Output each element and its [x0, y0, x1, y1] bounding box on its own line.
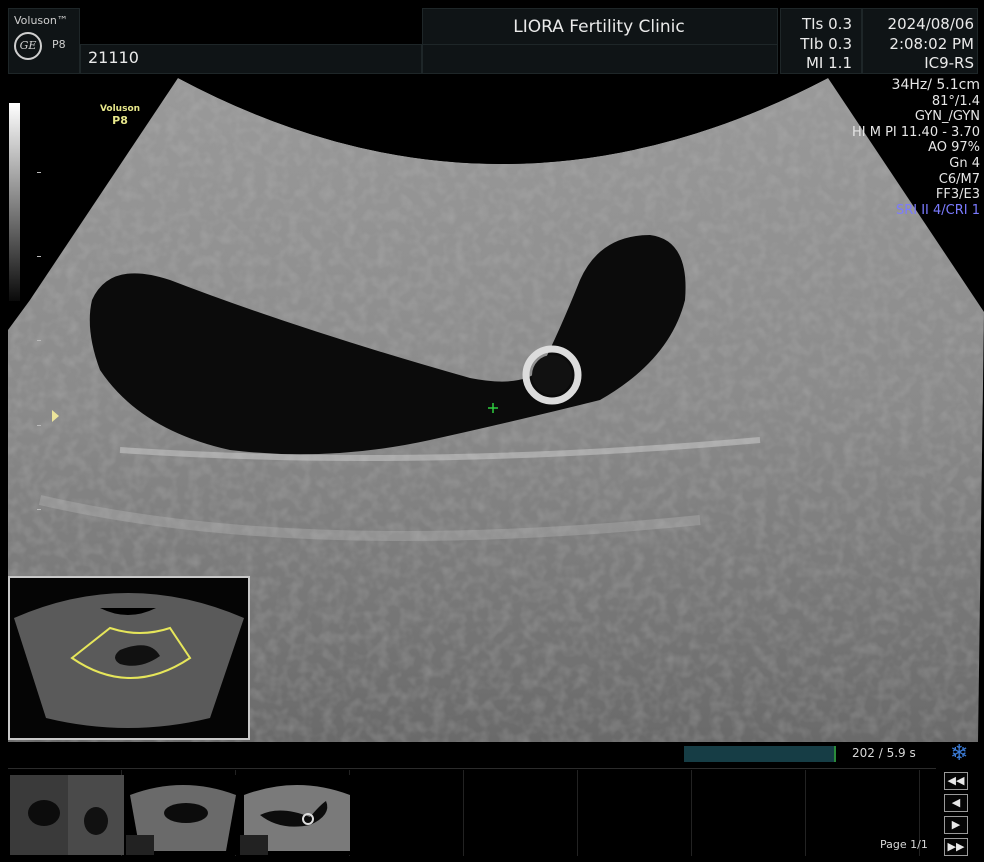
prev-page-button[interactable]: ◀ [944, 794, 968, 812]
param-sri: SRI II 4/CRI 1 [895, 202, 980, 218]
overview-image [14, 593, 244, 728]
scan-parameters: 34Hz/ 5.1cm 81°/1.4 GYN_/GYN HI M PI 11.… [820, 77, 980, 218]
snowflake-icon[interactable]: ❄ [950, 743, 968, 765]
next-page-button[interactable]: ▶ [944, 816, 968, 834]
param-ff: FF3/E3 [935, 187, 980, 203]
watermark-model: P8 [112, 114, 128, 127]
ge-logo-icon: GE [14, 32, 42, 60]
param-gain: Gn 4 [949, 155, 980, 171]
index-mi: MI 1.1 [782, 54, 852, 72]
filmstrip-thumbnail[interactable] [126, 775, 240, 855]
cine-readout: 202 / 5.9 s [852, 746, 916, 760]
filmstrip-slot [464, 770, 578, 856]
filmstrip-thumbnail[interactable] [240, 775, 354, 855]
index-value: 1.1 [828, 54, 852, 72]
param-preset: GYN_/GYN [914, 109, 980, 125]
brand-model: P8 [52, 38, 66, 51]
exam-date: 2024/08/06 [887, 15, 974, 33]
param-power: HI M PI 11.40 - 3.70 [851, 124, 980, 140]
index-tis: TIs 0.3 [782, 15, 852, 33]
depth-tick [37, 256, 41, 257]
cine-progress-bar[interactable] [684, 746, 836, 762]
probe-name: IC9-RS [924, 54, 974, 72]
watermark: Voluson P8 [98, 104, 142, 126]
filmstrip-slot [578, 770, 692, 856]
depth-tick [37, 340, 41, 341]
index-label: MI [805, 54, 824, 72]
filmstrip-slot [692, 770, 806, 856]
index-label: TIb [800, 35, 824, 53]
depth-tick [37, 172, 41, 173]
patient-id: 21110 [88, 48, 139, 67]
index-value: 0.3 [828, 35, 852, 53]
index-tib: TIb 0.3 [782, 35, 852, 53]
depth-tick [37, 509, 41, 510]
param-map: C6/M7 [938, 171, 980, 187]
clinic-name: LIORA Fertility Clinic [513, 17, 685, 37]
clinic-sub-panel [422, 44, 778, 74]
exam-time: 2:08:02 PM [889, 35, 974, 53]
param-ao: AO 97% [928, 140, 980, 156]
overview-thumbnail[interactable] [8, 576, 250, 740]
filmstrip-thumbnail[interactable] [10, 775, 124, 855]
first-page-button[interactable]: ◀◀ [944, 772, 968, 790]
filmstrip-slot [350, 770, 464, 856]
page-label: Page 1/1 [880, 838, 928, 851]
grayscale-bar [9, 103, 20, 301]
focus-marker-icon [52, 410, 59, 422]
param-angle: 81°/1.4 [931, 93, 980, 109]
depth-tick [37, 425, 41, 426]
brand-name: Voluson™ [14, 14, 68, 27]
param-frequency: 34Hz/ 5.1cm [891, 77, 980, 93]
last-page-button[interactable]: ▶▶ [944, 838, 968, 856]
index-value: 0.3 [828, 15, 852, 33]
index-label: TIs [801, 15, 824, 33]
